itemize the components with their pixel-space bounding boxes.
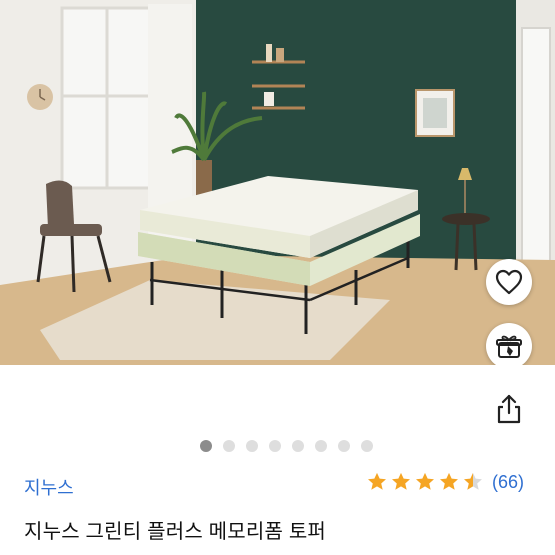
gallery-dot[interactable] xyxy=(291,440,304,452)
gallery-dot[interactable] xyxy=(360,440,373,452)
gallery-dot[interactable] xyxy=(314,440,327,452)
gift-icon xyxy=(496,335,522,358)
share-icon xyxy=(497,394,521,424)
star-icon xyxy=(416,472,434,490)
bedroom-photo xyxy=(0,0,555,365)
product-image[interactable] xyxy=(0,0,555,365)
gallery-dot[interactable] xyxy=(245,440,258,452)
like-button[interactable] xyxy=(486,259,532,305)
star-icon xyxy=(440,472,458,490)
rating-summary[interactable]: (66) xyxy=(366,471,524,493)
rating-stars xyxy=(366,471,484,493)
product-title: 지누스 그린티 플러스 메모리폼 토퍼 xyxy=(24,521,327,543)
share-button[interactable] xyxy=(491,391,527,427)
heart-icon xyxy=(495,269,523,295)
review-count[interactable]: (66) xyxy=(492,472,524,493)
gallery-pagination xyxy=(0,440,555,452)
gallery-dot[interactable] xyxy=(337,440,350,452)
star-icon xyxy=(368,472,386,490)
gallery-dot[interactable] xyxy=(199,440,212,452)
gift-button[interactable] xyxy=(486,323,532,365)
star-icon xyxy=(464,472,482,490)
star-icon xyxy=(392,472,410,490)
gallery-dot[interactable] xyxy=(268,440,281,452)
gallery-dot[interactable] xyxy=(222,440,235,452)
brand-link[interactable]: 지누스 xyxy=(24,474,74,500)
